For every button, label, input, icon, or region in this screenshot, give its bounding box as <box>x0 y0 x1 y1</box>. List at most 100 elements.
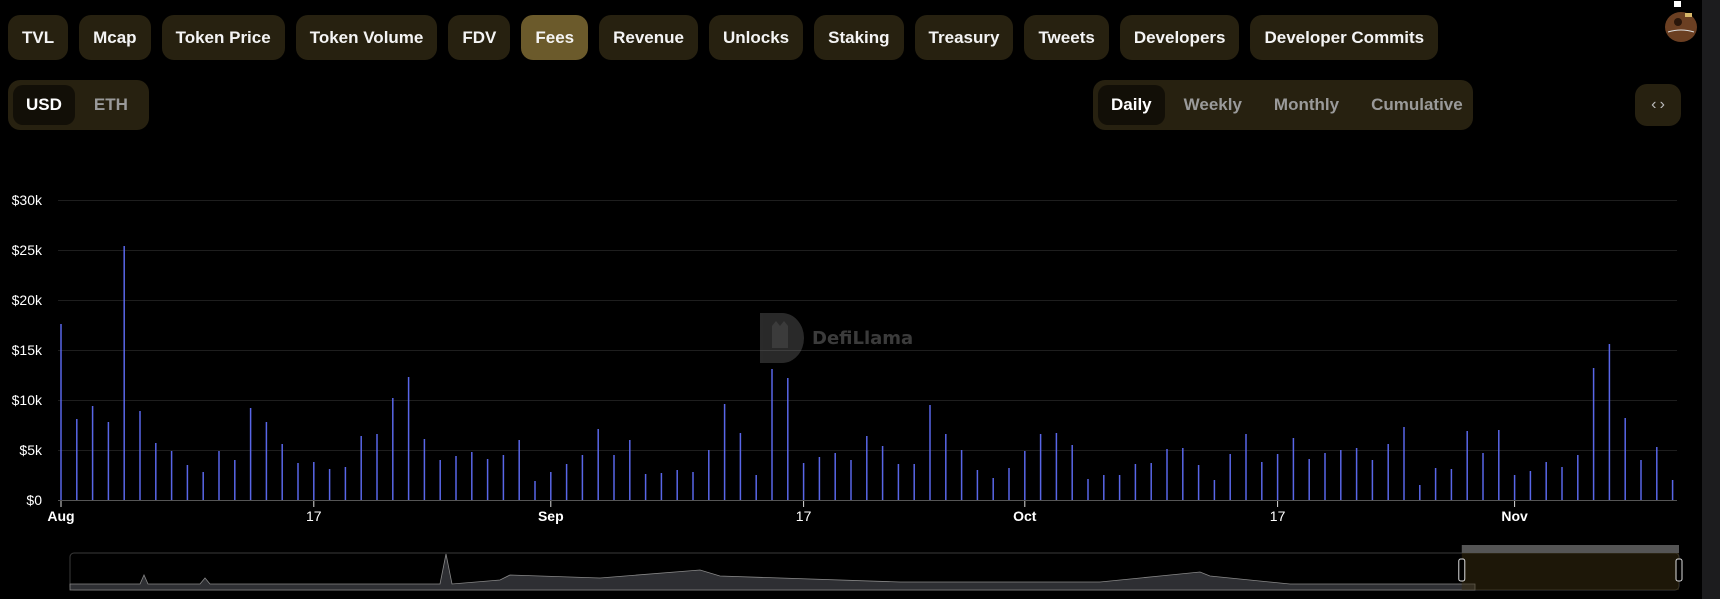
fee-bar[interactable] <box>91 406 94 500</box>
fee-bar[interactable] <box>1276 454 1279 500</box>
fee-bar[interactable] <box>597 429 599 500</box>
tab-fees[interactable]: Fees <box>521 15 589 60</box>
fee-bar[interactable] <box>344 467 347 500</box>
fee-bar[interactable] <box>723 404 726 500</box>
fee-bar[interactable] <box>1008 468 1010 500</box>
fee-bar[interactable] <box>1529 471 1532 500</box>
fee-bar[interactable] <box>1071 445 1073 500</box>
fee-bar[interactable] <box>1450 469 1453 500</box>
fee-bar[interactable] <box>834 453 836 500</box>
fee-bar[interactable] <box>328 469 331 500</box>
fee-bar[interactable] <box>1055 433 1058 500</box>
fee-bar[interactable] <box>976 470 979 500</box>
fee-bar[interactable] <box>439 460 441 500</box>
fee-bar[interactable] <box>455 456 457 500</box>
period-option-monthly[interactable]: Monthly <box>1261 85 1352 125</box>
fee-bar[interactable] <box>234 460 236 500</box>
fee-bar[interactable] <box>1434 468 1437 500</box>
tab-token-volume[interactable]: Token Volume <box>295 15 438 60</box>
fee-bar[interactable] <box>360 436 362 500</box>
fee-bar[interactable] <box>771 369 773 500</box>
fee-bar[interactable] <box>787 378 789 500</box>
tab-developers[interactable]: Developers <box>1119 15 1240 60</box>
fee-bar[interactable] <box>1624 418 1626 500</box>
fee-bar[interactable] <box>913 464 915 500</box>
fee-bar[interactable] <box>660 473 663 500</box>
fee-bar[interactable] <box>818 457 821 500</box>
fee-bar[interactable] <box>107 422 110 500</box>
fee-bar[interactable] <box>1592 368 1595 500</box>
currency-option-eth[interactable]: ETH <box>81 85 141 125</box>
fee-bar[interactable] <box>881 446 884 500</box>
range-navigator[interactable] <box>0 540 1700 599</box>
fee-bar[interactable] <box>186 465 189 500</box>
fee-bar[interactable] <box>1197 465 1200 500</box>
tab-developer-commits[interactable]: Developer Commits <box>1250 15 1439 60</box>
fee-bar[interactable] <box>1292 438 1295 500</box>
fee-bar[interactable] <box>929 405 931 500</box>
fee-bar[interactable] <box>1387 444 1389 500</box>
fee-bar[interactable] <box>1134 464 1137 500</box>
fee-bar[interactable] <box>1103 475 1105 500</box>
fee-bar[interactable] <box>1608 344 1611 500</box>
fee-bar[interactable] <box>60 324 62 500</box>
fee-bar[interactable] <box>139 411 141 500</box>
fee-bar[interactable] <box>629 440 631 500</box>
user-avatar[interactable] <box>1660 0 1702 44</box>
fee-bar[interactable] <box>802 463 805 500</box>
fee-bar[interactable] <box>502 455 505 500</box>
fee-bar[interactable] <box>1087 479 1089 500</box>
fee-bar[interactable] <box>471 452 473 500</box>
fee-bar[interactable] <box>897 464 900 500</box>
fee-bar[interactable] <box>1671 480 1674 500</box>
fee-bar[interactable] <box>1213 480 1216 500</box>
fee-bar[interactable] <box>1118 475 1121 500</box>
fee-bar[interactable] <box>1466 431 1468 500</box>
tab-token-price[interactable]: Token Price <box>161 15 285 60</box>
fee-bar[interactable] <box>534 481 536 500</box>
fee-bar[interactable] <box>1371 460 1374 500</box>
currency-option-usd[interactable]: USD <box>13 85 75 125</box>
tab-fdv[interactable]: FDV <box>448 15 511 60</box>
fee-bar[interactable] <box>1340 450 1342 500</box>
fee-bar[interactable] <box>1513 475 1516 500</box>
fee-bar[interactable] <box>1324 453 1326 500</box>
fee-bar[interactable] <box>960 450 963 500</box>
fee-bar[interactable] <box>1024 451 1026 500</box>
fee-bar[interactable] <box>155 443 157 500</box>
navigator-drag-bar[interactable] <box>1461 545 1679 553</box>
period-option-cumulative[interactable]: Cumulative <box>1358 85 1476 125</box>
fee-bar[interactable] <box>676 470 678 500</box>
navigator-right-handle[interactable] <box>1675 558 1683 582</box>
fee-bar[interactable] <box>281 444 283 500</box>
fee-bar[interactable] <box>407 377 410 500</box>
tab-staking[interactable]: Staking <box>814 15 904 60</box>
fee-bar[interactable] <box>249 408 252 500</box>
fee-bar[interactable] <box>992 478 994 500</box>
fee-bar[interactable] <box>1419 485 1421 500</box>
fee-bar[interactable] <box>376 434 378 500</box>
fee-bar[interactable] <box>1245 434 1247 500</box>
fee-bar[interactable] <box>1229 454 1231 500</box>
fee-bar[interactable] <box>1498 430 1500 500</box>
tab-revenue[interactable]: Revenue <box>599 15 698 60</box>
fee-bar[interactable] <box>1640 460 1642 500</box>
tab-tweets[interactable]: Tweets <box>1024 15 1109 60</box>
fee-bar[interactable] <box>581 455 584 500</box>
fee-bar[interactable] <box>1355 448 1358 500</box>
fee-bar[interactable] <box>708 450 710 500</box>
fee-bar[interactable] <box>1403 427 1405 500</box>
tab-mcap[interactable]: Mcap <box>79 15 151 60</box>
fee-bar[interactable] <box>739 433 742 500</box>
fee-bar[interactable] <box>565 464 568 500</box>
fee-bar[interactable] <box>692 472 694 500</box>
fee-bar[interactable] <box>1182 448 1184 500</box>
fee-bar[interactable] <box>265 422 268 500</box>
page-scrollbar[interactable] <box>1702 0 1720 599</box>
fee-bar[interactable] <box>297 463 299 500</box>
fee-bar[interactable] <box>218 451 220 500</box>
fee-bar[interactable] <box>613 455 615 500</box>
period-option-weekly[interactable]: Weekly <box>1171 85 1255 125</box>
embed-button[interactable]: ‹ › <box>1635 84 1681 126</box>
fee-bar[interactable] <box>1308 459 1310 500</box>
